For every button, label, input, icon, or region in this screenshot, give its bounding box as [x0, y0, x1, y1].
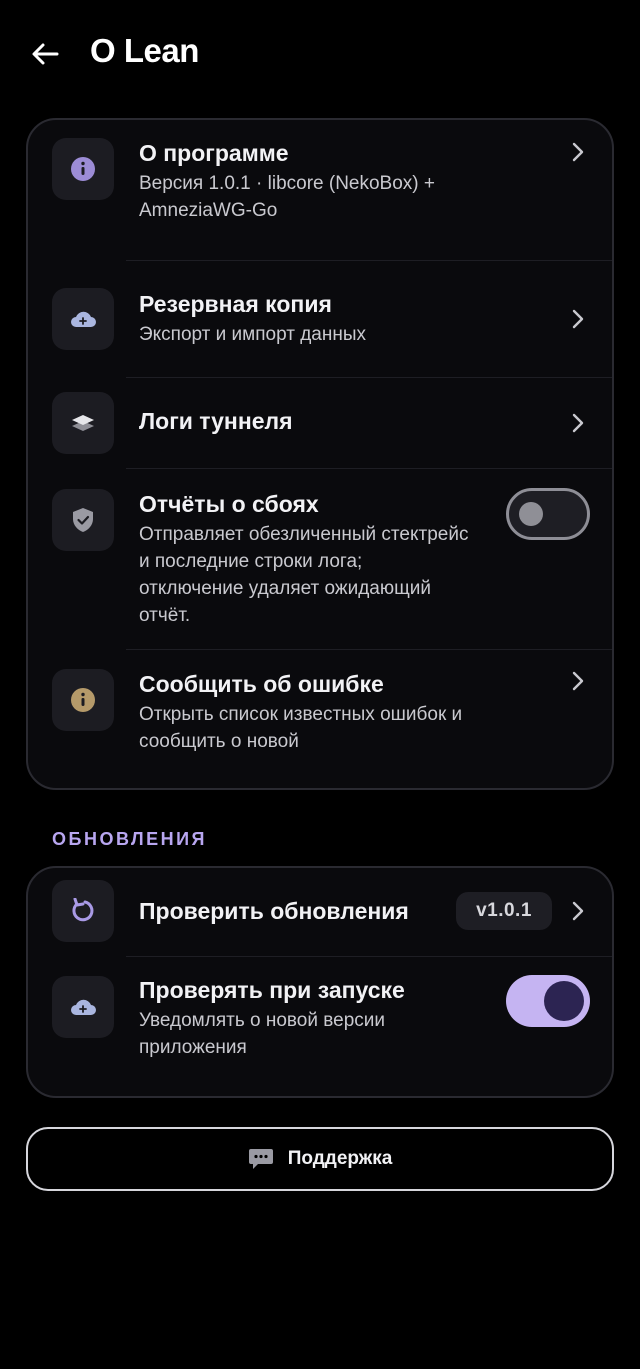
tunnel-logs-title: Логи туннеля [139, 408, 293, 434]
check-on-launch-title: Проверять при запуске [139, 977, 405, 1003]
about-subtitle: Версия 1.0.1 · libcore (NekoBox) + Amnez… [139, 173, 436, 221]
shield-check-icon [73, 508, 93, 532]
report-bug-subtitle: Открыть список известных ошибок и сообщи… [139, 704, 463, 752]
backup-title: Резервная копия [139, 291, 332, 317]
toggle-knob [544, 981, 584, 1021]
settings-card-general: О программе Версия 1.0.1 · libcore (Neko… [26, 118, 614, 790]
check-on-launch-icon-box [52, 976, 114, 1038]
check-updates-icon-box [52, 880, 114, 942]
check-on-launch-subtitle: Уведомлять о новой версии приложения [139, 1010, 385, 1058]
crash-reports-subtitle: Отправляет обезличенный стектрейс и посл… [139, 524, 469, 626]
cloud-icon [71, 311, 96, 327]
check-updates-row[interactable]: Проверить обновления v1.0.1 [28, 868, 612, 956]
tunnel-logs-row[interactable]: Логи туннеля [28, 378, 612, 468]
check-on-launch-toggle[interactable] [506, 975, 590, 1027]
tunnel-logs-icon-box [52, 392, 114, 454]
arrow-left-icon [32, 43, 59, 65]
check-updates-title: Проверить обновления [139, 898, 409, 924]
backup-icon-box [52, 288, 114, 350]
alert-info-icon [71, 688, 95, 712]
about-row[interactable]: О программе Версия 1.0.1 · libcore (Neko… [28, 120, 612, 260]
chat-bubble-icon [248, 1149, 273, 1169]
chevron-right-icon [568, 899, 588, 923]
cloud-icon [71, 999, 96, 1015]
check-on-launch-row: Проверять при запуске Уведомлять о новой… [28, 957, 612, 1096]
backup-row[interactable]: Резервная копия Экспорт и импорт данных [28, 261, 612, 377]
crash-reports-icon-box [52, 489, 114, 551]
crash-reports-toggle[interactable] [506, 488, 590, 540]
report-bug-icon-box [52, 669, 114, 731]
info-icon [71, 157, 95, 181]
crash-reports-title: Отчёты о сбоях [139, 491, 319, 517]
version-badge: v1.0.1 [456, 892, 552, 930]
chevron-right-icon [568, 669, 588, 693]
report-bug-title: Сообщить об ошибке [139, 671, 384, 697]
support-button[interactable]: Поддержка [26, 1127, 614, 1191]
top-app-bar: O Lean [0, 0, 640, 108]
chevron-right-icon [568, 307, 588, 331]
support-button-label: Поддержка [287, 1148, 393, 1169]
section-label-updates: ОБНОВЛЕНИЯ [52, 829, 207, 849]
page-title: O Lean [90, 32, 199, 69]
about-icon-box [52, 138, 114, 200]
about-title: О программе [139, 140, 289, 166]
back-button[interactable] [26, 36, 64, 72]
layers-icon [72, 415, 94, 431]
refresh-icon [72, 898, 94, 922]
settings-card-updates: Проверить обновления v1.0.1 Проверять пр… [26, 866, 614, 1098]
crash-reports-row: Отчёты о сбоях Отправляет обезличенный с… [28, 469, 612, 649]
chevron-right-icon [568, 411, 588, 435]
toggle-knob [519, 502, 543, 526]
report-bug-row[interactable]: Сообщить об ошибке Открыть список извест… [28, 650, 612, 788]
backup-subtitle: Экспорт и импорт данных [139, 324, 367, 345]
chevron-right-icon [568, 140, 588, 164]
